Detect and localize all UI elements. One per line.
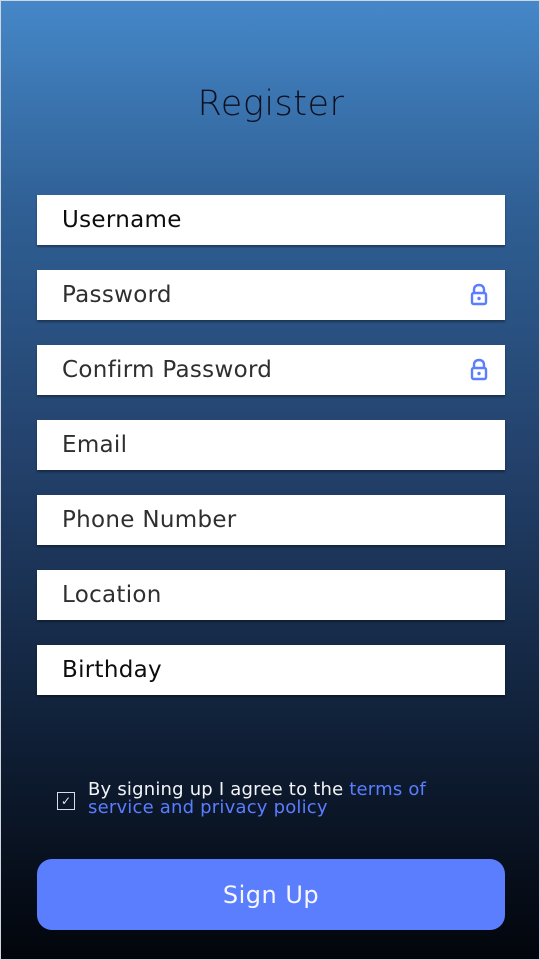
lock-icon (470, 358, 488, 381)
sign-up-label: Sign Up (222, 880, 320, 909)
username-field[interactable]: Username (37, 195, 505, 245)
password-placeholder: Password (62, 282, 172, 308)
location-placeholder: Location (62, 582, 162, 608)
phone-number-placeholder: Phone Number (62, 507, 237, 533)
birthday-field[interactable]: Birthday (37, 645, 505, 695)
phone-number-field[interactable]: Phone Number (37, 495, 505, 545)
sign-up-button[interactable]: Sign Up (37, 859, 505, 930)
confirm-password-placeholder: Confirm Password (62, 357, 273, 383)
lock-icon (470, 283, 488, 306)
location-field[interactable]: Location (37, 570, 505, 620)
birthday-placeholder: Birthday (62, 657, 162, 683)
password-field[interactable]: Password (37, 270, 505, 320)
terms-text: By signing up I agree to the terms of se… (88, 781, 497, 817)
page-title: Register (197, 84, 345, 124)
terms-checkbox[interactable]: ✓ (57, 792, 75, 810)
username-placeholder: Username (62, 207, 182, 233)
register-screen: Register Username Password Confirm Passw… (0, 0, 540, 960)
terms-agreement: ✓ By signing up I agree to the terms of … (57, 781, 497, 817)
check-icon: ✓ (60, 794, 72, 808)
confirm-password-field[interactable]: Confirm Password (37, 345, 505, 395)
email-field[interactable]: Email (37, 420, 505, 470)
email-placeholder: Email (62, 432, 128, 458)
